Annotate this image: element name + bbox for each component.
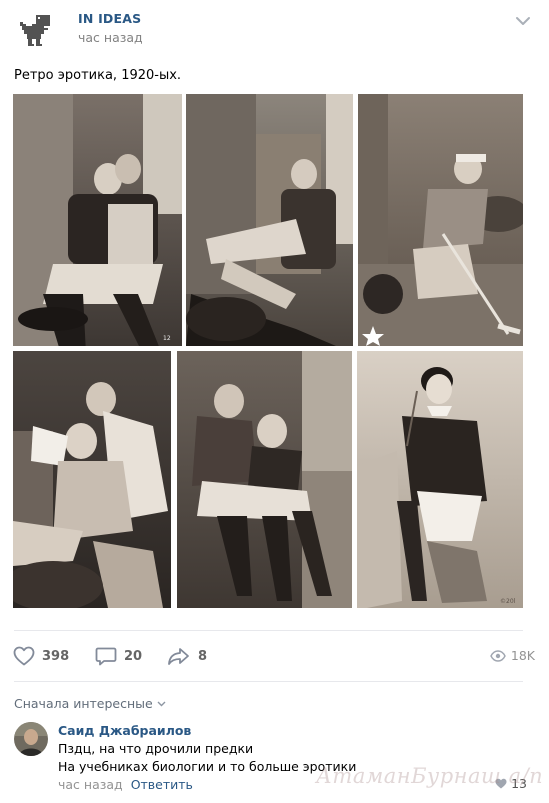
dino-icon	[20, 15, 50, 46]
views-count: 18K	[510, 648, 535, 663]
retro-photo-1[interactable]: 12	[13, 94, 182, 346]
photo-6-caption: ©20l	[500, 598, 516, 605]
retro-photo-4[interactable]	[13, 351, 171, 608]
like-count: 398	[42, 648, 70, 664]
comments-sort-dropdown[interactable]: Сначала интересные	[14, 696, 166, 711]
comment-text-line-2: На учебниках биологии и то больше эротик…	[58, 759, 357, 774]
retro-photo-3[interactable]	[358, 94, 523, 346]
post-text: Ретро эротика, 1920-ых.	[14, 68, 182, 83]
group-name[interactable]: IN IDEAS	[78, 11, 141, 26]
comment-icon	[95, 647, 117, 666]
views-counter: 18K	[490, 648, 535, 663]
post-actions: 398 20 8	[0, 640, 549, 676]
comment-count: 20	[124, 648, 143, 664]
comment-author-avatar[interactable]	[14, 722, 48, 756]
post-header: IN IDEAS час назад	[0, 0, 549, 60]
chevron-down-icon[interactable]	[515, 16, 531, 26]
heart-icon	[495, 778, 507, 789]
post-time[interactable]: час назад	[78, 30, 143, 45]
comments-divider	[14, 681, 523, 682]
comment-text-line-1: Пздц, на что дрочили предки	[58, 741, 254, 756]
photo-1-caption: 12	[163, 335, 171, 342]
chevron-down-icon	[157, 701, 166, 706]
retro-photo-2[interactable]	[186, 94, 353, 346]
share-button[interactable]: 8	[166, 640, 207, 672]
comment-like-button[interactable]: 13	[495, 776, 527, 791]
actions-divider	[14, 630, 523, 631]
reply-button[interactable]: Ответить	[131, 777, 193, 792]
retro-photo-5[interactable]	[177, 351, 352, 608]
share-count: 8	[198, 648, 208, 664]
comment-like-count: 13	[511, 776, 527, 791]
group-avatar[interactable]	[14, 7, 60, 53]
comment-meta: час назад Ответить	[58, 777, 193, 792]
eye-icon	[490, 649, 506, 662]
sort-label: Сначала интересные	[14, 696, 153, 711]
comment-time[interactable]: час назад	[58, 777, 123, 792]
share-icon	[168, 648, 189, 665]
comment-button[interactable]: 20	[94, 640, 142, 672]
heart-icon	[13, 646, 35, 666]
comment-author-name[interactable]: Саид Джабраилов	[58, 723, 191, 738]
retro-photo-6[interactable]: ©20l	[357, 351, 523, 608]
like-button[interactable]: 398	[12, 640, 69, 672]
